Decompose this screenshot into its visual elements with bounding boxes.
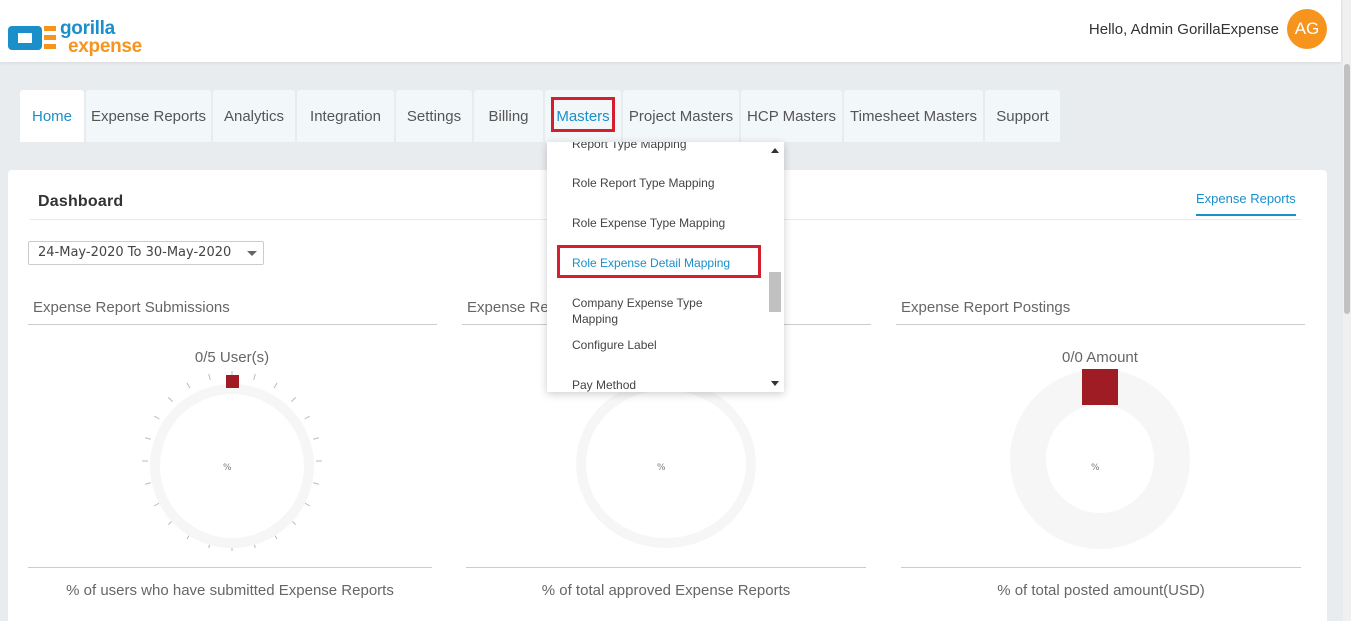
postings-pct: % bbox=[1091, 463, 1100, 473]
page-scrollbar-thumb[interactable] bbox=[1344, 64, 1350, 314]
menu-item-configure-label[interactable]: Configure Label bbox=[572, 337, 657, 353]
approvals-pct: % bbox=[657, 463, 666, 473]
tab-settings[interactable]: Settings bbox=[396, 90, 472, 142]
postings-caption: % of total posted amount(USD) bbox=[901, 567, 1301, 599]
gauge-tick bbox=[168, 397, 173, 402]
main-nav-tabs: Home Expense Reports Analytics Integrati… bbox=[20, 90, 1062, 142]
submissions-gauge-marker bbox=[226, 375, 239, 388]
menu-item-report-type-mapping[interactable]: Report Type Mapping bbox=[572, 142, 687, 152]
tab-home[interactable]: Home bbox=[20, 90, 84, 142]
tab-hcp-masters[interactable]: HCP Masters bbox=[741, 90, 842, 142]
tab-billing[interactable]: Billing bbox=[474, 90, 543, 142]
menu-item-role-expense-type-mapping[interactable]: Role Expense Type Mapping bbox=[572, 215, 725, 231]
gauge-tick bbox=[313, 437, 320, 440]
gauge-tick bbox=[304, 415, 311, 420]
menu-item-company-expense-type-mapping[interactable]: Company Expense Type Mapping bbox=[572, 295, 732, 327]
approvals-gauge-ring bbox=[576, 380, 756, 548]
postings-gauge-marker bbox=[1082, 369, 1118, 405]
dropdown-scrollbar[interactable] bbox=[767, 142, 784, 392]
submissions-stat: 0/5 User(s) bbox=[194, 349, 270, 366]
gauge-tick bbox=[291, 397, 296, 402]
gauge-tick bbox=[144, 482, 151, 485]
masters-highlight-box bbox=[551, 97, 615, 132]
submissions-gauge-ring bbox=[150, 384, 314, 548]
dropdown-scrollbar-thumb[interactable] bbox=[769, 272, 781, 312]
user-greeting: Hello, Admin GorillaExpense bbox=[1088, 21, 1279, 38]
gauge-tick bbox=[153, 415, 160, 420]
tab-timesheet-masters[interactable]: Timesheet Masters bbox=[844, 90, 983, 142]
logo-mark-icon bbox=[8, 22, 56, 54]
scroll-down-arrow-icon[interactable] bbox=[771, 381, 779, 386]
masters-dropdown-menu: Report Type Mapping Role Report Type Map… bbox=[547, 142, 784, 392]
submissions-pct: % bbox=[223, 463, 232, 473]
gauge-tick bbox=[304, 502, 311, 507]
gauge-tick bbox=[208, 373, 211, 380]
user-avatar[interactable]: AG bbox=[1287, 9, 1327, 49]
gorilla-expense-logo[interactable]: gorilla expense bbox=[8, 19, 142, 56]
tab-masters[interactable]: Masters bbox=[545, 90, 621, 142]
app-header: gorilla expense Hello, Admin GorillaExpe… bbox=[0, 0, 1341, 62]
postings-stat: 0/0 Amount bbox=[1062, 349, 1138, 366]
panel-submissions-title: Expense Report Submissions bbox=[28, 299, 437, 325]
gauge-tick bbox=[313, 482, 320, 485]
submissions-caption: % of users who have submitted Expense Re… bbox=[28, 567, 432, 599]
menu-item-role-report-type-mapping[interactable]: Role Report Type Mapping bbox=[572, 175, 715, 191]
menu-item-pay-method[interactable]: Pay Method bbox=[572, 377, 636, 392]
approvals-caption: % of total approved Expense Reports bbox=[466, 567, 866, 599]
tab-integration[interactable]: Integration bbox=[297, 90, 394, 142]
tab-project-masters[interactable]: Project Masters bbox=[623, 90, 739, 142]
panel-postings-title: Expense Report Postings bbox=[896, 299, 1305, 325]
gauge-tick bbox=[273, 382, 278, 389]
page-title: Dashboard bbox=[38, 193, 124, 210]
scroll-up-arrow-icon[interactable] bbox=[771, 148, 779, 153]
tab-support[interactable]: Support bbox=[985, 90, 1060, 142]
selected-item-highlight-box bbox=[557, 245, 761, 278]
tab-analytics[interactable]: Analytics bbox=[213, 90, 295, 142]
page-scrollbar[interactable] bbox=[1343, 0, 1351, 621]
date-range-value: 24-May-2020 To 30-May-2020 bbox=[38, 245, 232, 260]
chevron-down-icon bbox=[247, 251, 257, 256]
expense-reports-link[interactable]: Expense Reports bbox=[1196, 191, 1296, 216]
gauge-tick bbox=[186, 382, 191, 389]
tab-expense-reports[interactable]: Expense Reports bbox=[86, 90, 211, 142]
gauge-tick bbox=[144, 437, 151, 440]
logo-text-bottom: expense bbox=[68, 36, 142, 57]
gauge-tick bbox=[253, 373, 256, 380]
date-range-select[interactable]: 24-May-2020 To 30-May-2020 bbox=[28, 241, 264, 265]
